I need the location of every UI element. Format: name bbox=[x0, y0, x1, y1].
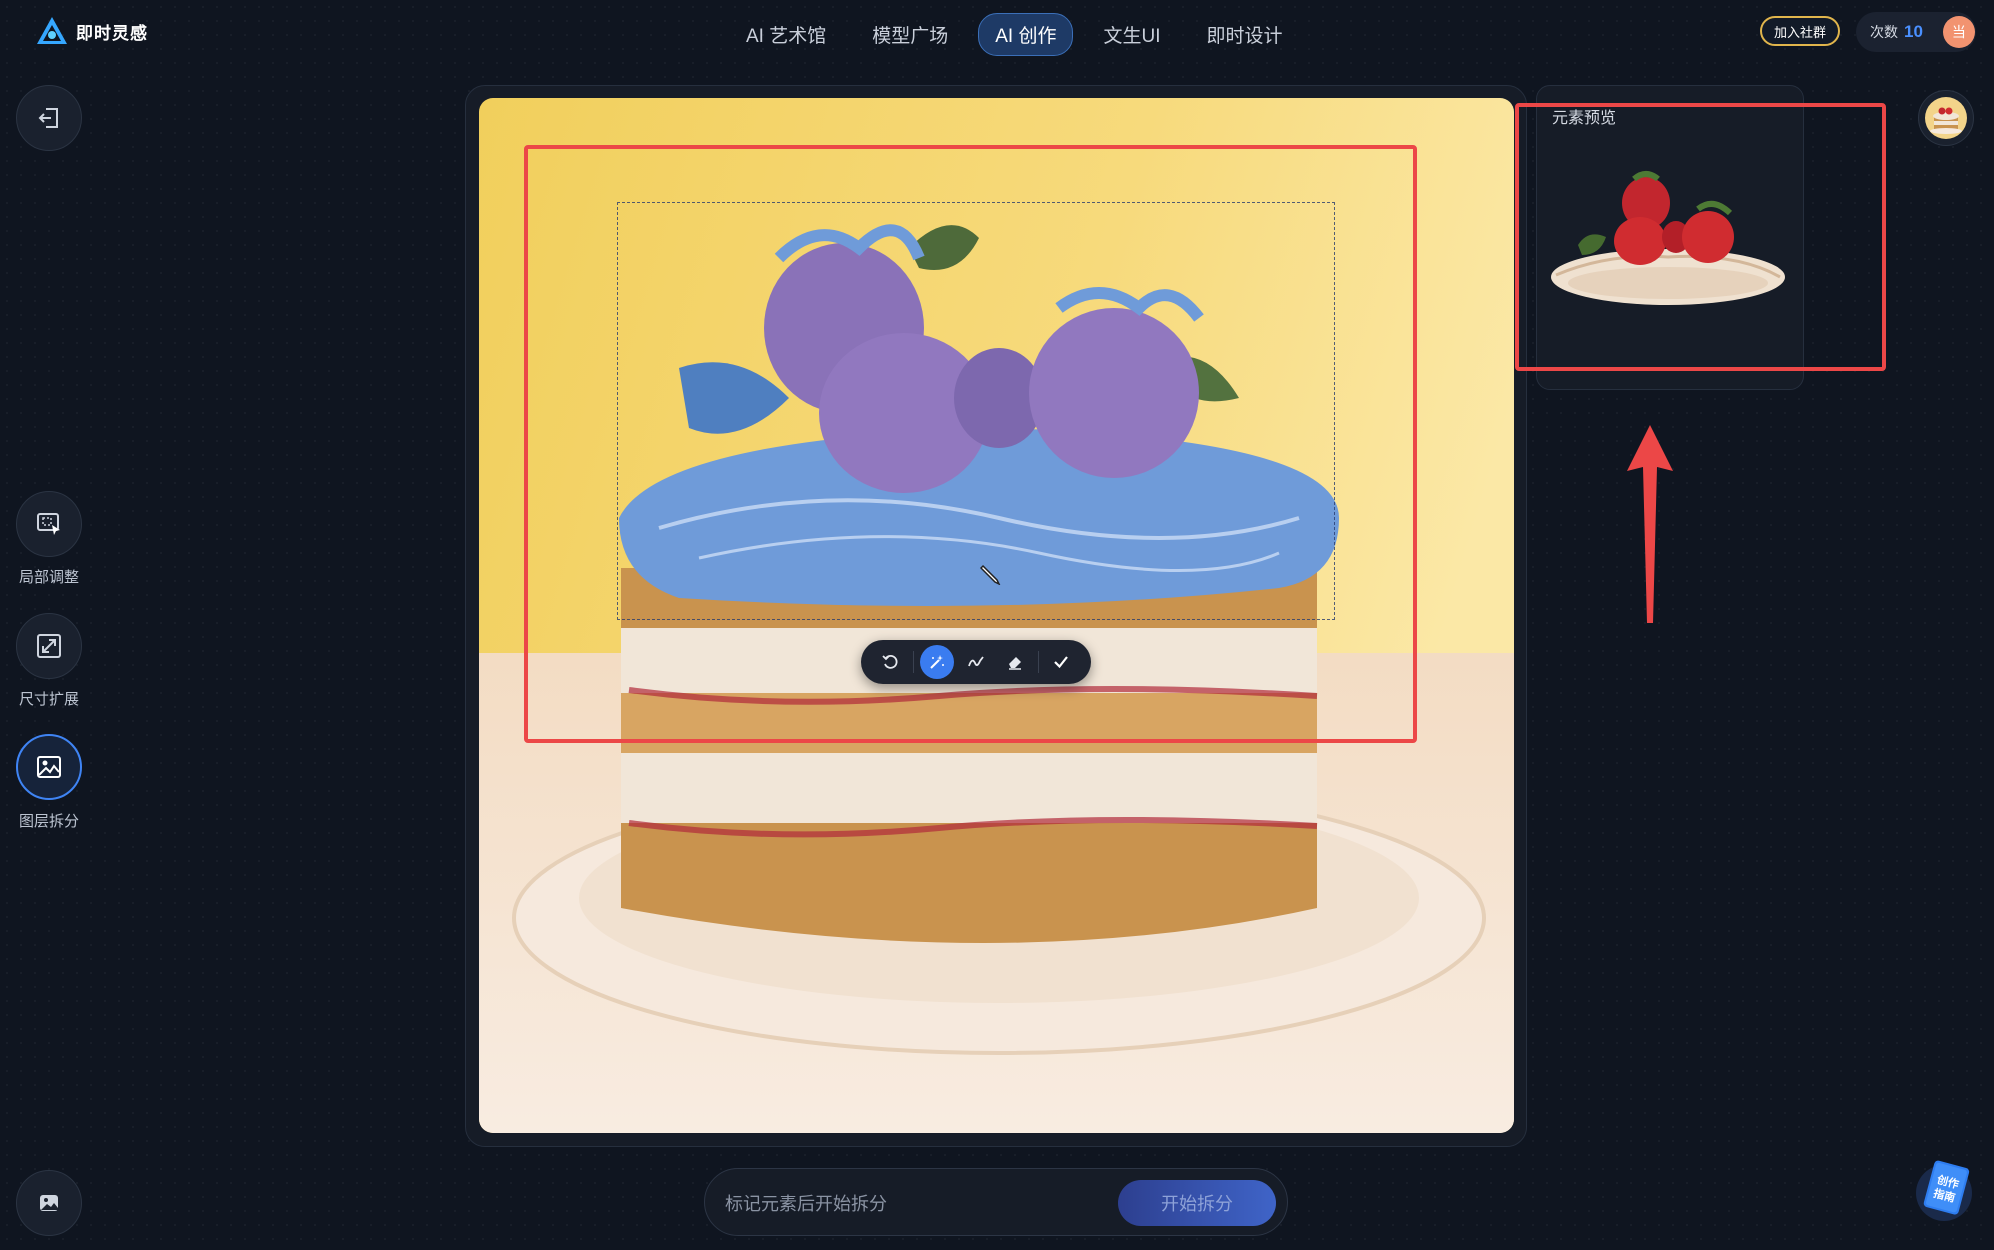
app-logo[interactable]: 即时灵感 bbox=[36, 16, 148, 46]
brush-button[interactable] bbox=[959, 645, 993, 679]
nav-ai-gallery[interactable]: AI 艺术馆 bbox=[730, 14, 842, 55]
credits-label: 次数 bbox=[1870, 24, 1898, 40]
credits-widget[interactable]: 次数 10 当 bbox=[1856, 12, 1976, 52]
prompt-input[interactable]: 标记元素后开始拆分 bbox=[725, 1190, 887, 1216]
app-name: 即时灵感 bbox=[76, 23, 148, 43]
size-expand-icon bbox=[37, 634, 61, 658]
brush-icon bbox=[968, 656, 984, 667]
nav-model-square[interactable]: 模型广场 bbox=[856, 14, 964, 55]
annotation-box-preview bbox=[1515, 103, 1886, 371]
user-avatar[interactable]: 当 bbox=[1942, 16, 1975, 48]
nav-text-to-ui[interactable]: 文生UI bbox=[1087, 14, 1176, 55]
size-expand-button[interactable] bbox=[16, 613, 82, 679]
history-thumbnail[interactable] bbox=[1918, 90, 1974, 146]
confirm-icon bbox=[1054, 656, 1069, 669]
creation-guide-button[interactable]: 创作 指南 bbox=[1910, 1155, 1978, 1223]
eraser-button[interactable] bbox=[998, 645, 1032, 679]
smart-select-icon bbox=[929, 655, 944, 669]
credits-value: 10 bbox=[1904, 22, 1923, 41]
smart-select-button[interactable] bbox=[919, 645, 954, 679]
layer-split-icon bbox=[37, 756, 61, 778]
start-split-button[interactable]: 开始拆分 bbox=[1118, 1180, 1276, 1226]
local-adjust-icon bbox=[37, 513, 60, 535]
toolbar-divider bbox=[1037, 651, 1039, 673]
guide-book-icon: 创作 指南 bbox=[1916, 1160, 1972, 1221]
nav-instant-design[interactable]: 即时设计 bbox=[1191, 14, 1299, 55]
pen-cursor-icon bbox=[980, 564, 1001, 585]
image-icon bbox=[40, 1195, 58, 1211]
join-community-button[interactable]: 加入社群 bbox=[1760, 16, 1840, 46]
logo-icon bbox=[37, 17, 67, 44]
confirm-button[interactable] bbox=[1044, 645, 1078, 679]
undo-icon bbox=[882, 654, 898, 669]
local-adjust-button[interactable] bbox=[16, 491, 82, 557]
size-expand-label: 尺寸扩展 bbox=[18, 691, 79, 708]
toolbar-divider bbox=[913, 651, 915, 673]
annotation-arrow-icon bbox=[1627, 425, 1673, 623]
eraser-icon bbox=[1009, 657, 1022, 670]
top-nav: AI 艺术馆 模型广场 AI 创作 文生UI 即时设计 bbox=[730, 13, 1299, 56]
local-adjust-label: 局部调整 bbox=[18, 569, 79, 586]
nav-ai-create[interactable]: AI 创作 bbox=[978, 13, 1074, 56]
layer-split-button[interactable] bbox=[16, 734, 82, 800]
selection-bounds bbox=[617, 202, 1335, 620]
mask-toolbar bbox=[861, 640, 1091, 684]
exit-button[interactable] bbox=[16, 85, 82, 151]
cake-thumbnail-icon bbox=[1925, 97, 1967, 139]
gallery-button[interactable] bbox=[16, 1170, 82, 1236]
layer-split-label: 图层拆分 bbox=[18, 813, 79, 830]
exit-icon bbox=[38, 108, 58, 128]
undo-button[interactable] bbox=[874, 645, 908, 679]
